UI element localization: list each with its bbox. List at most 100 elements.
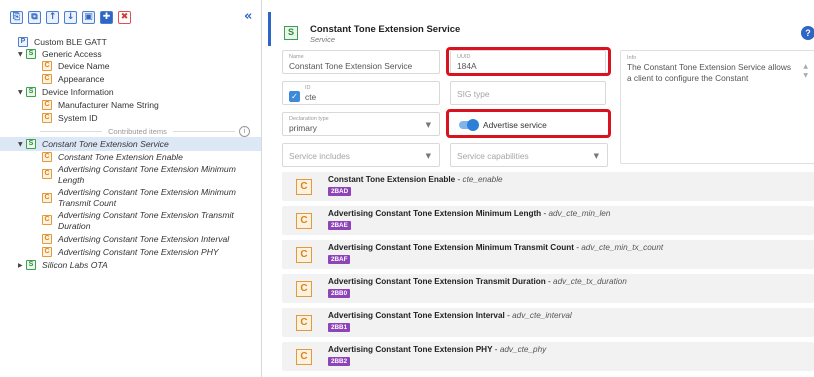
tree-item-label: Device Name [58,61,110,71]
id-checkbox[interactable]: ✓ [289,91,300,102]
tree-item-adv-interval[interactable]: C Advertising Constant Tone Extension In… [42,233,229,245]
id-field-label: ID [305,85,311,91]
tree-item-adv-phy[interactable]: C Advertising Constant Tone Extension PH… [42,246,219,258]
name-field-label: Name [289,54,304,60]
tree-item-label: Advertising Constant Tone Extension PHY [58,247,219,257]
characteristic-icon: C [42,234,52,244]
delete-icon[interactable]: ✖ [118,11,131,24]
characteristic-name: Advertising Constant Tone Extension Mini… [328,209,611,218]
advertise-highlight-box [446,109,611,138]
tree-item-label: Silicon Labs OTA [42,260,108,270]
uuid-badge: 2BB1 [328,323,351,332]
id-field[interactable]: ✓ ID cte [282,81,440,105]
tree-item-device-information[interactable]: ▼ S Device Information [18,86,114,98]
tree-item-cte-service[interactable]: ▼ S Constant Tone Extension Service [18,138,169,150]
characteristic-icon: C [42,61,52,71]
info-label: Info [627,55,637,61]
tree-item-silicon-labs-ota[interactable]: ▶ S Silicon Labs OTA [18,259,108,271]
tree-item-manufacturer-name[interactable]: C Manufacturer Name String [42,99,159,111]
move-up-icon[interactable]: ↑ [46,11,59,24]
sig-type-placeholder: SIG type [457,89,490,99]
tree-item-system-id[interactable]: C System ID [42,112,98,124]
characteristic-icon: C [296,281,312,297]
tree-toolbar: ⎘ ⧉ ↑ ↓ ▣ ✚ ✖ [10,11,131,27]
scroll-up-icon[interactable]: ▲ [803,63,808,70]
characteristic-icon: C [296,247,312,263]
characteristic-row[interactable]: C Advertising Constant Tone Extension Tr… [282,274,814,303]
service-icon: S [26,87,36,97]
service-subtitle: Service [310,35,336,44]
characteristic-icon: C [42,193,52,203]
tree-item-adv-min-tx-count-icon-row[interactable]: C [42,192,58,204]
tree-item-adv-min-length[interactable]: Advertising Constant Tone Extension Mini… [58,164,258,185]
tree-item-device-name[interactable]: C Device Name [42,60,110,72]
characteristic-icon: C [296,315,312,331]
tree-item-label: Constant Tone Extension Service [42,139,169,149]
tree-item-appearance[interactable]: C Appearance [42,73,104,85]
view-icon[interactable]: ▣ [82,11,95,24]
chevron-right-icon[interactable]: ▶ [18,262,26,269]
chevron-down-icon: ▼ [425,152,431,160]
name-field[interactable]: Name Constant Tone Extension Service [282,50,440,74]
characteristic-row[interactable]: C Advertising Constant Tone Extension Mi… [282,240,814,269]
characteristic-name: Advertising Constant Tone Extension Tran… [328,277,627,286]
characteristic-icon: C [296,179,312,195]
tree-item-cte-enable[interactable]: C Constant Tone Extension Enable [42,151,183,163]
tree-item-adv-tx-duration-icon-row[interactable]: C [42,214,58,226]
info-text: The Constant Tone Extension Service allo… [627,62,792,83]
uuid-badge: 2BB0 [328,289,351,298]
service-capabilities-select[interactable]: Service capabilities ▼ [450,143,608,167]
service-icon: S [26,139,36,149]
characteristic-icon: C [42,215,52,225]
characteristic-row[interactable]: C Advertising Constant Tone Extension PH… [282,342,814,371]
tree-item-generic-access[interactable]: ▼ S Generic Access [18,48,102,60]
characteristic-icon: C [296,213,312,229]
chevron-down-icon[interactable]: ▼ [18,141,26,148]
tree-item-label: System ID [58,113,98,123]
characteristic-name: Advertising Constant Tone Extension PHY … [328,345,547,354]
info-textarea[interactable]: Info The Constant Tone Extension Service… [620,50,814,164]
collapse-panel-icon[interactable]: « [244,9,252,24]
uuid-badge: 2BAD [328,187,352,196]
service-details-panel: S Constant Tone Extension Service Servic… [268,12,814,377]
help-icon[interactable]: ? [801,26,814,40]
scroll-down-icon[interactable]: ▼ [803,72,808,79]
service-icon: S [26,260,36,270]
id-field-value: cte [305,92,317,102]
characteristic-icon: C [296,349,312,365]
uuid-badge: 2BAF [328,255,351,264]
service-includes-select[interactable]: Service includes ▼ [282,143,440,167]
copy-icon[interactable]: ⧉ [28,11,41,24]
chevron-down-icon[interactable]: ▼ [18,89,26,96]
add-icon[interactable]: ✚ [100,11,113,24]
tree-item-adv-min-tx-count[interactable]: Advertising Constant Tone Extension Mini… [58,187,258,208]
tree-item-label: Custom BLE GATT [34,37,107,47]
chevron-down-icon: ▼ [593,152,599,160]
characteristic-name: Advertising Constant Tone Extension Mini… [328,243,664,252]
info-icon[interactable]: i [239,125,250,137]
move-down-icon[interactable]: ↓ [64,11,77,24]
service-includes-placeholder: Service includes [289,151,350,161]
characteristic-row[interactable]: C Advertising Constant Tone Extension Mi… [282,206,814,235]
contributed-items-divider: Contributed items i [40,125,250,137]
tree-item-adv-min-length-icon-row[interactable]: C [42,168,58,180]
uuid-badge: 2BB2 [328,357,351,366]
name-field-value: Constant Tone Extension Service [289,61,413,71]
tree-item-profile[interactable]: P Custom BLE GATT [18,36,107,48]
characteristic-name: Advertising Constant Tone Extension Inte… [328,311,572,320]
declaration-type-label: Declaration type [289,116,329,122]
characteristic-row[interactable]: C Advertising Constant Tone Extension In… [282,308,814,337]
declaration-type-value: primary [289,123,317,133]
characteristic-row[interactable]: C Constant Tone Extension Enable - cte_e… [282,172,814,201]
contributed-items-label: Contributed items [108,126,167,136]
characteristic-icon: C [42,74,52,84]
gatt-tree-panel: ⎘ ⧉ ↑ ↓ ▣ ✚ ✖ « P Custom BLE GATT ▼ S Ge… [0,0,262,377]
tree-item-label: Device Information [42,87,114,97]
import-icon[interactable]: ⎘ [10,11,23,24]
uuid-badge: 2BAE [328,221,351,230]
sig-type-field[interactable]: SIG type [450,81,606,105]
chevron-down-icon[interactable]: ▼ [18,51,26,58]
declaration-type-select[interactable]: Declaration type primary ▼ [282,112,440,136]
tree-item-adv-tx-duration[interactable]: Advertising Constant Tone Extension Tran… [58,210,258,231]
selection-accent-bar [268,12,271,46]
